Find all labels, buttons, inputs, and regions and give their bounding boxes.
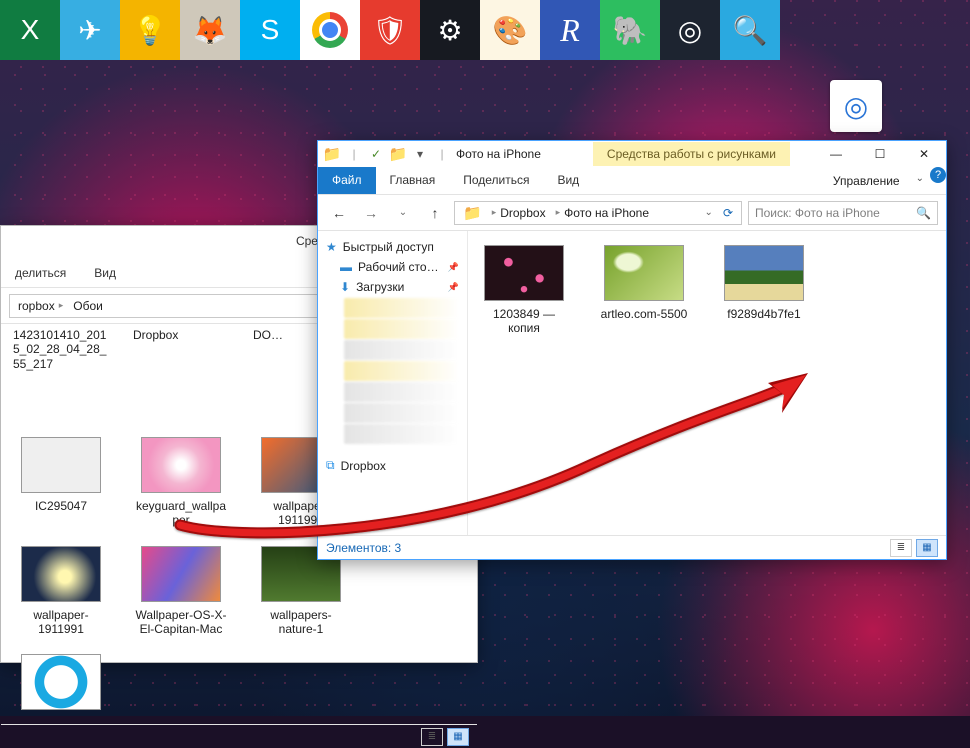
recent-locations-icon[interactable]: ⌄	[390, 200, 416, 226]
address-bar: ← → ⌄ ↑ 📁 ▸Dropbox ▸Фото на iPhone ⌄ ⟳ П…	[318, 195, 946, 231]
ribbon-expand-icon[interactable]: ⌄	[910, 167, 930, 194]
view-large-icons-button[interactable]: ▦	[916, 539, 938, 557]
nav-blurred-item[interactable]	[344, 319, 459, 339]
dock-skype[interactable]: S	[240, 0, 300, 60]
file-item[interactable]: f9289d4b7fe1	[716, 245, 812, 336]
thumbnail	[141, 437, 221, 493]
minimize-button[interactable]: —	[814, 141, 858, 167]
tab-manage[interactable]: Управление	[833, 174, 900, 188]
dock-revo[interactable]: R	[540, 0, 600, 60]
file-item[interactable]: wallpaper-1911991	[13, 546, 109, 637]
status-text: Элементов: 3	[326, 541, 401, 555]
thumbnail	[21, 437, 101, 493]
nav-blurred-item[interactable]	[344, 361, 459, 381]
folder-icon: 📁	[390, 146, 406, 162]
tab-home[interactable]: Главная	[376, 167, 450, 194]
tab-share[interactable]: Поделиться	[449, 167, 543, 194]
search-placeholder: Поиск: Фото на iPhone	[755, 206, 880, 220]
navigation-pane: ★Быстрый доступ ▬Рабочий сто… ⬇Загрузки …	[318, 231, 468, 535]
dock-excel[interactable]: X	[0, 0, 60, 60]
dock-gimp[interactable]: 🦊	[180, 0, 240, 60]
dock-search[interactable]: 🔍	[720, 0, 780, 60]
breadcrumb[interactable]: 📁 ▸Dropbox ▸Фото на iPhone ⌄ ⟳	[454, 201, 742, 225]
dock-telegram[interactable]: ✈	[60, 0, 120, 60]
qat-overflow-icon[interactable]: ▾	[412, 146, 428, 162]
file-item[interactable]: Dropbox	[133, 328, 229, 419]
maximize-button[interactable]: ☐	[858, 141, 902, 167]
window-title: Фото на iPhone	[456, 147, 541, 161]
back-button[interactable]: ←	[326, 200, 352, 226]
dock: X ✈ 💡 🦊 S 🛡 ⚙ 🎨 R 🐘 ◎ 🔍	[0, 0, 970, 60]
search-input[interactable]: Поиск: Фото на iPhone 🔍	[748, 201, 938, 225]
file-item[interactable]	[13, 654, 109, 716]
close-button[interactable]: ✕	[902, 141, 946, 167]
nav-blurred-item[interactable]	[344, 382, 459, 402]
file-list[interactable]: 1203849 — копия artleo.com-5500 f9289d4b…	[468, 231, 946, 535]
nav-downloads[interactable]: ⬇Загрузки	[322, 277, 463, 297]
thumbnail	[724, 245, 804, 301]
qat-check-icon[interactable]: ✓	[368, 146, 384, 162]
dock-lens[interactable]: ◎	[660, 0, 720, 60]
search-icon: 🔍	[916, 206, 931, 220]
dock-paint[interactable]: 🎨	[480, 0, 540, 60]
desktop-shortcut[interactable]: ◎	[830, 80, 882, 132]
chrome-icon	[312, 12, 348, 48]
tab-file[interactable]: Файл	[318, 167, 376, 194]
ribbon: Файл Главная Поделиться Вид Управление ⌄…	[318, 167, 946, 195]
thumbnail	[21, 546, 101, 602]
dock-app1[interactable]: 🛡	[360, 0, 420, 60]
view-details-button[interactable]: ≣	[890, 539, 912, 557]
thumbnail	[141, 546, 221, 602]
file-item[interactable]: 1423101410_2015_02_28_04_28_55_217	[13, 328, 109, 419]
dock-keep[interactable]: 💡	[120, 0, 180, 60]
dock-steam[interactable]: ⚙	[420, 0, 480, 60]
file-item[interactable]: IC295047	[13, 437, 109, 528]
nav-blurred-item[interactable]	[344, 424, 459, 444]
folder-icon: 📁	[324, 146, 340, 162]
file-item[interactable]: DO…	[253, 328, 293, 419]
qat-divider: |	[346, 146, 362, 162]
chevron-down-icon[interactable]: ⌄	[701, 207, 717, 218]
thumbnail	[604, 245, 684, 301]
view-large-icons-button[interactable]: ▦	[447, 728, 469, 746]
file-item[interactable]: 1203849 — копия	[476, 245, 572, 336]
file-item[interactable]: artleo.com-5500	[596, 245, 692, 336]
tab-view-back[interactable]: Вид	[80, 260, 130, 287]
folder-icon: 📁	[459, 204, 486, 222]
nav-blurred-item[interactable]	[344, 340, 459, 360]
nav-quick-access[interactable]: ★Быстрый доступ	[322, 237, 463, 257]
nav-blurred-item[interactable]	[344, 298, 459, 318]
dock-evernote[interactable]: 🐘	[600, 0, 660, 60]
status-bar: Элементов: 3 ≣ ▦	[318, 535, 946, 559]
nav-desktop[interactable]: ▬Рабочий сто…	[322, 257, 463, 277]
qat-divider: |	[434, 146, 450, 162]
dock-chrome[interactable]	[300, 0, 360, 60]
file-item[interactable]: keyguard_wallpaper	[133, 437, 229, 528]
tab-view[interactable]: Вид	[543, 167, 593, 194]
refresh-icon[interactable]: ⟳	[719, 206, 737, 220]
nav-dropbox[interactable]: ⧉Dropbox	[322, 455, 463, 476]
help-icon[interactable]: ?	[930, 167, 946, 183]
file-item[interactable]: Wallpaper-OS-X-El-Capitan-Mac	[133, 546, 229, 637]
nav-blurred-item[interactable]	[344, 403, 459, 423]
explorer-window-front[interactable]: 📁 | ✓ 📁 ▾ | Фото на iPhone Средства рабо…	[317, 140, 947, 560]
tab-share-back[interactable]: делиться	[1, 260, 80, 287]
target-icon: ◎	[844, 90, 868, 123]
thumbnail	[484, 245, 564, 301]
forward-button[interactable]: →	[358, 200, 384, 226]
picture-tools-tab[interactable]: Средства работы с рисунками	[593, 142, 790, 166]
view-details-button[interactable]: ≣	[421, 728, 443, 746]
thumbnail	[21, 654, 101, 710]
status-bar-back: ≣ ▦	[1, 724, 477, 748]
title-bar[interactable]: 📁 | ✓ 📁 ▾ | Фото на iPhone Средства рабо…	[318, 141, 946, 167]
up-button[interactable]: ↑	[422, 200, 448, 226]
